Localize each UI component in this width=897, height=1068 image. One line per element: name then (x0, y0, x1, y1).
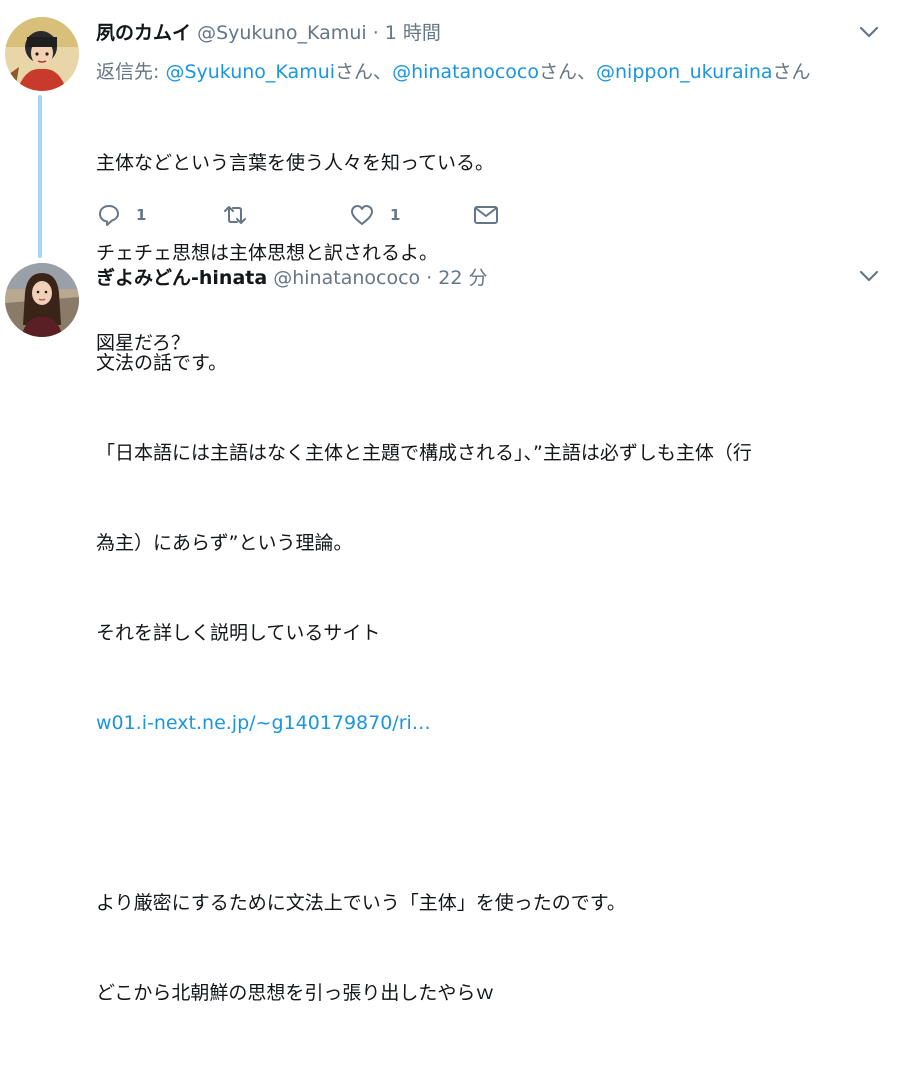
text-line: 「日本語には主語はなく主体と主題で構成される」、”主語は必ずしも主体（行 (96, 442, 752, 464)
tweet-text: 文法の話です。 「日本語には主語はなく主体と主題で構成される」、”主語は必ずしも… (96, 288, 752, 1068)
text-line: どこから北朝鮮の思想を引っ張り出したやらｗ (96, 982, 495, 1004)
display-name[interactable]: 夙のカムイ (96, 22, 191, 44)
user-handle[interactable]: @Syukuno_Kamui (197, 22, 367, 44)
mention-link[interactable]: @hinatanococo (392, 61, 539, 83)
separator-dot: · (372, 22, 379, 44)
reply-prefix: 返信先: (96, 61, 166, 83)
separator: 、 (373, 61, 393, 83)
text-line (96, 798, 752, 828)
display-name[interactable]: ぎよみどん-hinata (96, 267, 267, 289)
tweet-header: ぎよみどん-hinata @hinatanococo · 22 分 (96, 263, 488, 290)
user-handle[interactable]: @hinatanococo (273, 267, 420, 289)
avatar[interactable] (5, 263, 79, 337)
external-link[interactable]: w01.i-next.ne.jp/~g140179870/ri… (96, 708, 752, 738)
text-line: より厳密にするために文法上でいう「主体」を使ったのです。 (96, 892, 626, 914)
honorific: さん (335, 61, 374, 83)
mention-link[interactable]: @Syukuno_Kamui (165, 61, 335, 83)
like-icon (351, 205, 373, 225)
text-line: 文法の話です。 (96, 352, 228, 374)
reply-count: 1 (136, 206, 147, 224)
like-count: 1 (390, 206, 401, 224)
reply-button[interactable]: 1 (96, 202, 146, 228)
honorific: さん (538, 61, 577, 83)
honorific: さん (772, 61, 811, 83)
message-icon (474, 206, 498, 224)
timestamp[interactable]: 1 時間 (385, 22, 441, 44)
reply-to-line: 返信先: @Syukuno_Kamuiさん、@hinatanococoさん、@n… (96, 57, 811, 84)
text-line: 主体などという言葉を使う人々を知っている。 (96, 152, 495, 174)
tweet-1[interactable]: 夙のカムイ @Syukuno_Kamui · 1 時間 返信先: @Syukun… (0, 0, 897, 354)
retweet-icon (224, 206, 246, 224)
separator-dot: · (426, 267, 433, 289)
chevron-down-icon[interactable] (856, 22, 882, 42)
thread-line (38, 95, 42, 258)
text-line: それを詳しく説明しているサイト (96, 622, 381, 644)
retweet-button[interactable] (220, 202, 250, 228)
text-line: 為主）にあらず”という理論。 (96, 532, 353, 554)
reply-icon (99, 205, 119, 226)
mention-link[interactable]: @nippon_ukuraina (596, 61, 773, 83)
avatar[interactable] (5, 17, 79, 91)
tweet-2[interactable]: ぎよみどん-hinata @hinatanococo · 22 分 文法の話です… (0, 258, 897, 1004)
direct-message-button[interactable] (472, 202, 500, 228)
chevron-down-icon[interactable] (856, 266, 882, 286)
like-button[interactable]: 1 (348, 202, 400, 228)
timestamp[interactable]: 22 分 (438, 267, 487, 289)
separator: 、 (577, 61, 597, 83)
tweet-header: 夙のカムイ @Syukuno_Kamui · 1 時間 (96, 18, 441, 45)
